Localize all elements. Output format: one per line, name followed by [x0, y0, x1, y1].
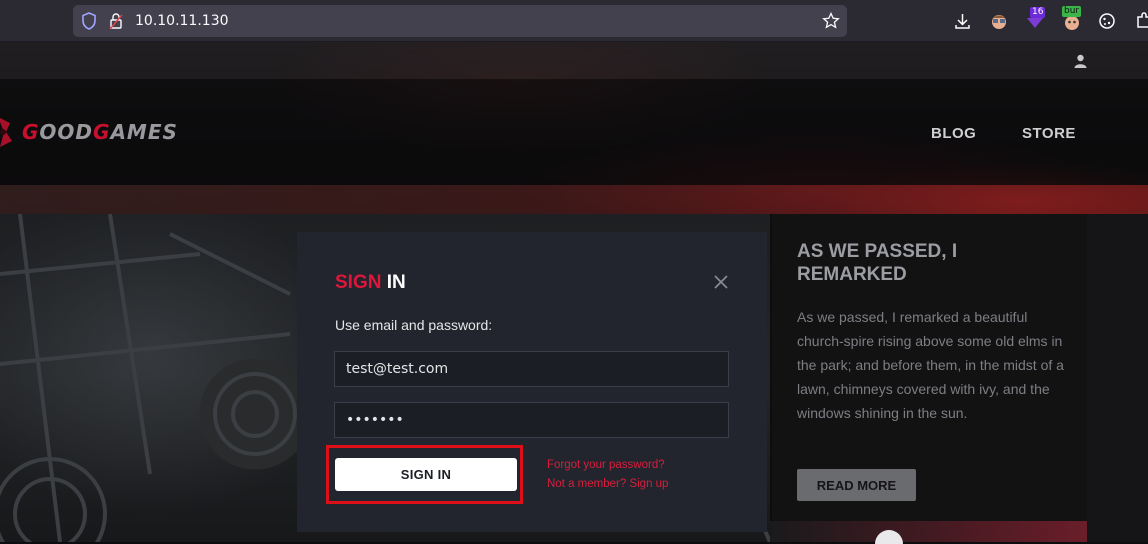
article-title: AS WE PASSED, I REMARKED [797, 241, 958, 285]
signin-instruction: Use email and password: [335, 317, 493, 333]
cookie-icon[interactable] [1098, 12, 1116, 30]
download-icon[interactable] [954, 12, 971, 30]
page-edge [1087, 214, 1148, 542]
logo-text: GOODGAMES [22, 120, 178, 144]
logo-emblem-icon [0, 118, 12, 147]
extensions-puzzle-icon[interactable] [1135, 12, 1148, 30]
address-bar[interactable]: 10.10.11.130 [73, 5, 847, 37]
password-field[interactable] [334, 402, 729, 438]
top-bar [0, 42, 1148, 79]
article-body: As we passed, I remarked a beautiful chu… [797, 309, 1064, 421]
burp-badge: bur [1062, 6, 1082, 17]
forgot-password-link[interactable]: Forgot your password? [547, 459, 665, 471]
side-panel-bottom-image [770, 521, 1087, 544]
header-banner-strip [0, 185, 1148, 214]
read-more-button[interactable]: READ MORE [797, 469, 916, 501]
modal-title: SIGN IN [335, 272, 406, 293]
lock-icon[interactable] [109, 12, 123, 30]
user-icon[interactable] [1074, 54, 1087, 68]
shield-icon[interactable] [81, 12, 97, 30]
browser-toolbar: 10.10.11.130 16 bur [0, 0, 1148, 42]
signin-modal: SIGN IN Use email and password: SIGN IN … [297, 232, 767, 532]
ublock-count-badge: 16 [1030, 7, 1046, 18]
bookmark-star-icon[interactable] [822, 12, 840, 30]
email-field[interactable] [334, 351, 729, 387]
side-article-panel: AS WE PASSED, I REMARKED As we passed, I… [772, 214, 1087, 521]
signin-button[interactable]: SIGN IN [335, 458, 517, 491]
nav-blog-link[interactable]: BLOG [931, 125, 976, 142]
close-icon[interactable] [713, 274, 729, 290]
url-text[interactable]: 10.10.11.130 [135, 13, 229, 29]
extension-face-icon[interactable] [990, 12, 1008, 30]
site-header: GOODGAMES BLOG STORE [0, 42, 1148, 214]
signup-link[interactable]: Not a member? Sign up [547, 478, 668, 490]
nav-store-link[interactable]: STORE [1022, 125, 1076, 142]
